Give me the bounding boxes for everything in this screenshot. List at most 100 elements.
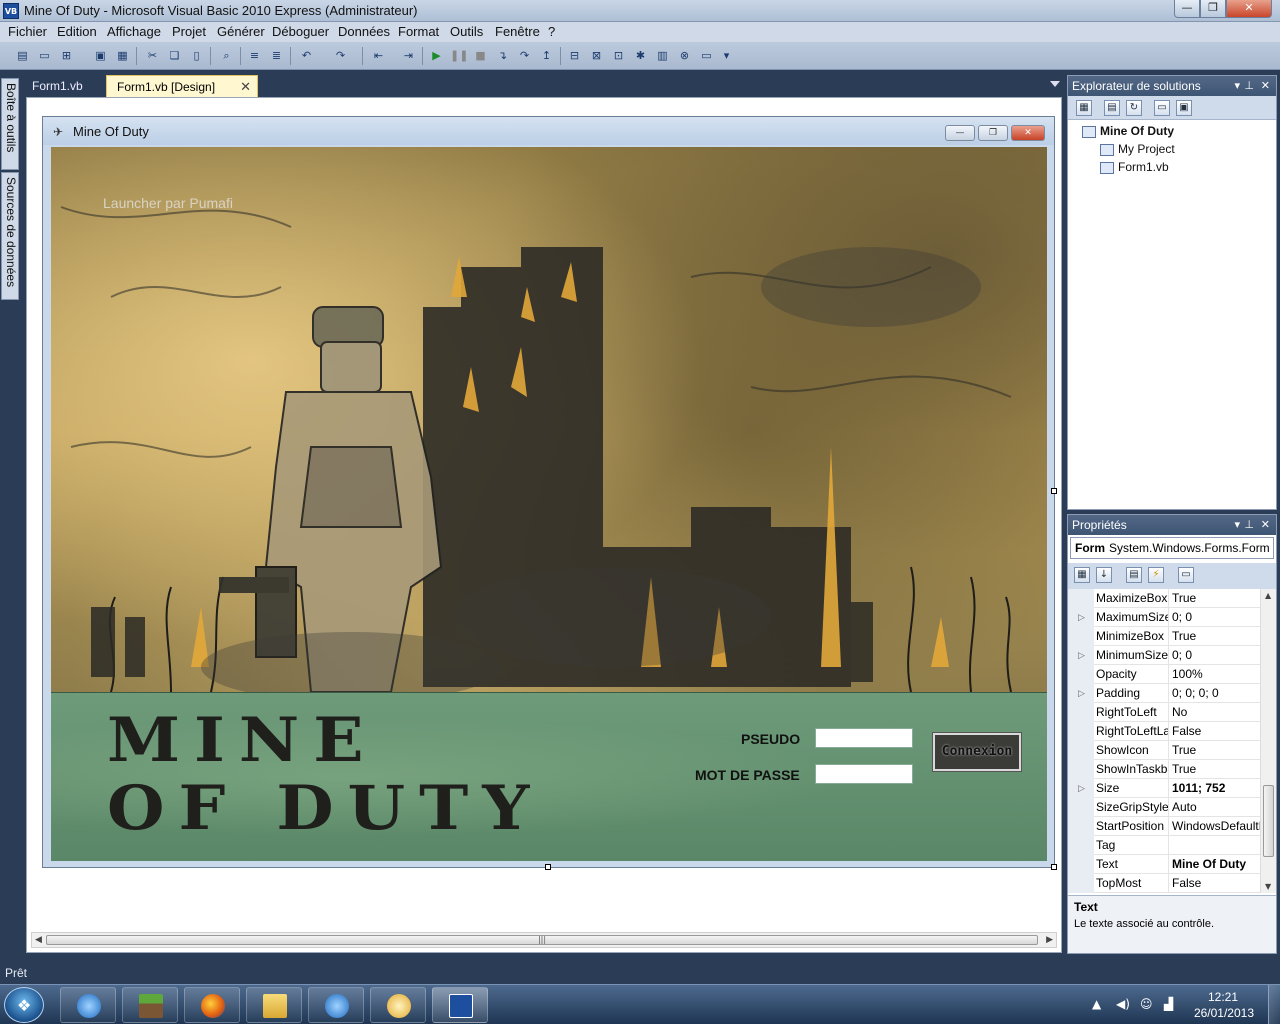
tree-item-my-project[interactable]: My Project <box>1100 142 1175 156</box>
menu-help[interactable]: ? <box>548 24 555 39</box>
property-value[interactable]: 100% <box>1168 665 1260 684</box>
menu-edition[interactable]: Edition <box>57 24 97 39</box>
menu-donnees[interactable]: Données <box>338 24 390 39</box>
open-icon[interactable]: ▭ <box>36 47 53 64</box>
password-input[interactable] <box>815 764 913 784</box>
pin-icon[interactable]: ⊥ <box>1244 76 1254 96</box>
step-over-icon[interactable]: ↷ <box>516 47 533 64</box>
toolbox-tab[interactable]: Boîte à outils <box>1 78 19 170</box>
taskbar-explorer[interactable] <box>246 987 302 1023</box>
pause-icon[interactable]: ❚❚ <box>450 47 468 64</box>
alphabetical-icon[interactable]: ↓ <box>1096 567 1112 583</box>
pane-close-icon[interactable]: ✕ <box>1261 76 1270 96</box>
form-close-button[interactable]: ✕ <box>1011 125 1045 141</box>
property-value[interactable]: Mine Of Duty <box>1168 855 1260 874</box>
property-row[interactable]: ▷ Padding 0; 0; 0; 0 <box>1068 684 1260 703</box>
properties-view-icon[interactable]: ▤ <box>1104 100 1120 116</box>
props-close-icon[interactable]: ✕ <box>1261 515 1270 535</box>
tree-item-form1[interactable]: Form1.vb <box>1100 160 1169 174</box>
signal-icon[interactable]: ▟ <box>1164 997 1173 1011</box>
menu-generer[interactable]: Générer <box>217 24 265 39</box>
redo-icon[interactable]: ↷ <box>332 47 349 64</box>
resize-handle-right[interactable] <box>1051 488 1057 494</box>
taskbar-minecraft[interactable] <box>122 987 178 1023</box>
form-maximize-button[interactable]: ❐ <box>978 125 1008 141</box>
scroll-thumb[interactable]: ||| <box>46 935 1038 945</box>
refresh-icon[interactable]: ↻ <box>1126 100 1142 116</box>
property-row[interactable]: ▷ Size 1011; 752 <box>1068 779 1260 798</box>
events-icon[interactable]: ⚡ <box>1148 567 1164 583</box>
property-row[interactable]: Opacity 100% <box>1068 665 1260 684</box>
add-item-icon[interactable]: ⊞ <box>58 47 75 64</box>
property-pages-icon[interactable]: ▭ <box>1178 567 1194 583</box>
property-value[interactable]: True <box>1168 760 1260 779</box>
taskbar-itunes-2[interactable] <box>308 987 364 1023</box>
show-all-files-icon[interactable]: ▦ <box>1076 100 1092 116</box>
property-value[interactable]: True <box>1168 589 1260 608</box>
props-options-icon[interactable]: ▾ <box>1234 515 1240 535</box>
properties-tab-icon[interactable]: ▤ <box>1126 567 1142 583</box>
volume-icon[interactable]: ◀) <box>1116 997 1130 1011</box>
view-code-icon[interactable]: ▭ <box>1154 100 1170 116</box>
resize-handle-corner[interactable] <box>1051 864 1057 870</box>
menu-outils[interactable]: Outils <box>450 24 483 39</box>
property-value[interactable]: False <box>1168 874 1260 893</box>
property-row[interactable]: ShowInTaskbarTrue <box>1068 760 1260 779</box>
menu-projet[interactable]: Projet <box>172 24 206 39</box>
pseudo-input[interactable] <box>815 728 913 748</box>
property-row[interactable]: Text Mine Of Duty <box>1068 855 1260 874</box>
taskbar-visual-basic[interactable] <box>432 987 488 1023</box>
form-window[interactable]: ✈ Mine Of Duty — ❐ ✕ Launcher par Pumafi… <box>42 116 1055 868</box>
network-user-icon[interactable]: ☺ <box>1140 997 1153 1011</box>
taskbar-itunes[interactable] <box>60 987 116 1023</box>
props-pin-icon[interactable]: ⊥ <box>1244 515 1254 535</box>
menu-format[interactable]: Format <box>398 24 439 39</box>
comment-icon[interactable]: ≡ <box>246 47 263 64</box>
close-button[interactable]: ✕ <box>1226 0 1272 18</box>
close-tab-icon[interactable]: ✕ <box>240 76 251 98</box>
start-debug-icon[interactable]: ▶ <box>428 47 445 64</box>
property-value[interactable]: True <box>1168 627 1260 646</box>
property-value[interactable]: 0; 0 <box>1168 646 1260 665</box>
solution-explorer-icon[interactable]: ⊟ <box>566 47 583 64</box>
property-value[interactable]: Auto <box>1168 798 1260 817</box>
scroll-up-icon[interactable]: ▲ <box>1265 591 1271 600</box>
property-value[interactable] <box>1168 836 1260 855</box>
property-row[interactable]: MaximizeBox True <box>1068 589 1260 608</box>
pane-options-icon[interactable]: ▾ <box>1234 76 1240 96</box>
expand-arrow-icon[interactable]: ▷ <box>1068 608 1094 627</box>
connexion-button[interactable]: Connexion <box>932 732 1022 772</box>
property-row[interactable]: RightToLeft No <box>1068 703 1260 722</box>
designer-horizontal-scrollbar[interactable]: ◀ ||| ▶ <box>31 932 1057 948</box>
navigate-forward-icon[interactable]: ⇥ <box>400 47 417 64</box>
clock-date[interactable]: 26/01/2013 <box>1194 1006 1254 1020</box>
uncomment-icon[interactable]: ≣ <box>268 47 285 64</box>
scroll-left-icon[interactable]: ◀ <box>35 935 42 945</box>
find-icon[interactable]: ⌕ <box>218 47 235 64</box>
expand-arrow-icon[interactable]: ▷ <box>1068 779 1094 798</box>
menu-deboguer[interactable]: Déboguer <box>272 24 329 39</box>
tab-form1-design[interactable]: Form1.vb [Design] ✕ <box>106 75 258 97</box>
error-list-icon[interactable]: ⊗ <box>676 47 693 64</box>
categorized-icon[interactable]: ▦ <box>1074 567 1090 583</box>
expand-arrow-icon[interactable]: ▷ <box>1068 646 1094 665</box>
stop-icon[interactable]: ■ <box>472 47 489 64</box>
datasources-tab[interactable]: Sources de données <box>1 172 19 300</box>
clock-time[interactable]: 12:21 <box>1208 990 1238 1004</box>
property-value[interactable]: 0; 0; 0; 0 <box>1168 684 1260 703</box>
save-all-icon[interactable]: ▦ <box>114 47 131 64</box>
navigate-back-icon[interactable]: ⇤ <box>370 47 387 64</box>
paste-icon[interactable]: ▯ <box>188 47 205 64</box>
scroll-down-icon[interactable]: ▼ <box>1265 882 1271 891</box>
property-row[interactable]: SizeGripStyle Auto <box>1068 798 1260 817</box>
object-browser-icon[interactable]: ⊡ <box>610 47 627 64</box>
property-row[interactable]: ▷ MinimumSize 0; 0 <box>1068 646 1260 665</box>
property-row[interactable]: RightToLeftLayoutFalse <box>1068 722 1260 741</box>
property-value[interactable]: No <box>1168 703 1260 722</box>
taskbar-firefox[interactable] <box>184 987 240 1023</box>
property-grid-scrollbar[interactable]: ▲ ▼ <box>1260 589 1276 893</box>
tree-item-solution[interactable]: Mine Of Duty <box>1082 124 1174 138</box>
menu-affichage[interactable]: Affichage <box>107 24 161 39</box>
menu-fichier[interactable]: Fichier <box>8 24 47 39</box>
minimize-button[interactable]: — <box>1174 0 1200 18</box>
